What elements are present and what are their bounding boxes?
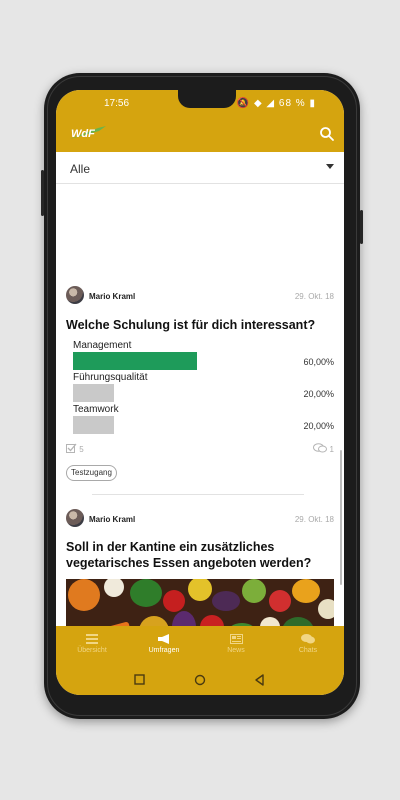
camera-notch — [178, 90, 236, 108]
post-divider — [92, 494, 304, 495]
nav-label: Chats — [298, 647, 318, 654]
filter-dropdown[interactable]: Alle — [56, 152, 344, 184]
status-time: 17:56 — [104, 98, 130, 109]
system-navigation-bar — [56, 666, 344, 695]
megaphone-icon — [157, 634, 169, 644]
home-icon[interactable] — [194, 674, 206, 686]
post-date: 29. Okt. 18 — [294, 292, 334, 301]
phone-power-button — [360, 210, 363, 244]
poll-option-label: Teamwork — [73, 404, 119, 415]
poll-option-percent: 60,00% — [303, 357, 334, 367]
chat-icon — [301, 634, 315, 644]
poll-option-bar[interactable] — [73, 384, 114, 402]
avatar[interactable] — [66, 509, 84, 527]
checkbox-icon — [66, 443, 77, 453]
poll-question[interactable]: Welche Schulung ist für dich interessant… — [66, 317, 336, 333]
nav-label: Übersicht — [77, 647, 107, 654]
newspaper-icon — [229, 634, 243, 644]
bottom-navigation: Übersicht Umfragen News Chats — [56, 626, 344, 666]
nav-item-news[interactable]: News — [200, 626, 272, 666]
poll-option-bar[interactable] — [73, 416, 114, 434]
recents-icon[interactable] — [134, 674, 146, 686]
filter-value: Alle — [70, 162, 91, 176]
screen: 17:56 🔕 ◆ ◢ 68 % ▮ WdF Alle Mario Kraml … — [56, 90, 344, 695]
list-icon — [86, 634, 98, 644]
app-bar: WdF — [56, 116, 344, 152]
poll-option-bar[interactable] — [73, 352, 197, 370]
vote-count: 5 — [66, 443, 84, 454]
comment-icon — [313, 443, 328, 453]
status-icons: 🔕 ◆ ◢ 68 % ▮ — [237, 98, 316, 109]
phone-volume-button — [41, 170, 44, 216]
post-author[interactable]: Mario Kraml — [89, 292, 135, 301]
poll-option-percent: 20,00% — [303, 389, 334, 399]
battery-level: 68 % — [278, 98, 306, 109]
vote-count-value: 5 — [79, 445, 84, 454]
status-indicator-icons: 🔕 ◆ ◢ — [236, 98, 279, 109]
poll-option-label: Führungsqualität — [73, 372, 148, 383]
search-icon[interactable] — [318, 125, 336, 143]
comment-count-value: 1 — [329, 445, 334, 454]
chevron-down-icon — [326, 164, 334, 169]
avatar[interactable] — [66, 286, 84, 304]
nav-label: Umfragen — [148, 647, 180, 654]
nav-label: News — [227, 647, 245, 654]
post-date: 29. Okt. 18 — [294, 515, 334, 524]
app-logo: WdF — [68, 125, 108, 141]
scrollbar[interactable] — [340, 450, 342, 585]
post-author[interactable]: Mario Kraml — [89, 515, 135, 524]
poll-option-label: Management — [73, 340, 132, 351]
poll-feed[interactable]: Mario Kraml 29. Okt. 18 Welche Schulung … — [56, 184, 344, 626]
poll-option-percent: 20,00% — [303, 421, 334, 431]
nav-item-umfragen[interactable]: Umfragen — [128, 626, 200, 666]
back-icon[interactable] — [254, 674, 266, 686]
vegetables-photo — [66, 579, 334, 626]
poll-question[interactable]: Soll in der Kantine ein zusätzliches veg… — [66, 539, 336, 571]
nav-item-uebersicht[interactable]: Übersicht — [56, 626, 128, 666]
group-tag[interactable]: Testzugang — [66, 465, 117, 481]
battery-icon: ▮ — [309, 98, 316, 109]
nav-item-chats[interactable]: Chats — [272, 626, 344, 666]
svg-text:WdF: WdF — [71, 128, 95, 140]
comment-count[interactable]: 1 — [313, 443, 334, 454]
